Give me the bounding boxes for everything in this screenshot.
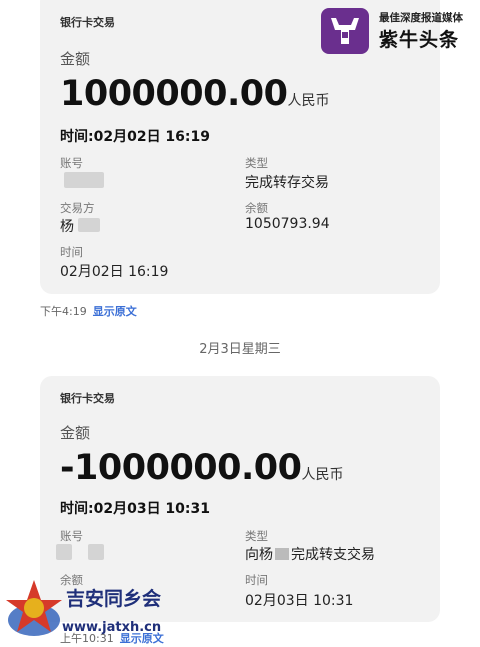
account-redacted: [64, 172, 104, 188]
message-meta-1: 下午4:19 显示原文: [40, 303, 137, 319]
amount-unit: 人民币: [301, 467, 344, 483]
amount-number: 1000000.00: [60, 74, 288, 114]
transaction-time: 时间:02月02日 16:19: [60, 129, 211, 145]
show-original-link[interactable]: 显示原文: [93, 305, 137, 318]
account-label: 账号: [60, 529, 83, 543]
amount-label: 金额: [60, 424, 91, 442]
red-star-logo-icon: [6, 580, 62, 636]
counterparty-value: 杨: [60, 219, 74, 235]
type-value: 完成转存交易: [245, 175, 329, 191]
watermark-jatxh: 吉安同乡会 www.jatxh.cn: [0, 576, 180, 647]
name-redacted: [275, 548, 289, 560]
account-label: 账号: [60, 156, 83, 170]
type-value-suffix: 完成转支交易: [291, 547, 375, 563]
watermark-name: 紫牛头条: [379, 29, 460, 51]
date-separator: 2月3日星期三: [199, 342, 281, 357]
amount-unit: 人民币: [287, 93, 330, 109]
time-label: 时间: [245, 573, 268, 587]
type-value-prefix: 向杨: [245, 547, 273, 563]
counterparty-label: 交易方: [60, 201, 95, 215]
amount-number: -1000000.00: [60, 448, 302, 488]
type-value: 向杨 完成转支交易: [245, 544, 375, 564]
time-label: 时间: [60, 245, 83, 259]
type-label: 类型: [245, 529, 268, 543]
card-title: 银行卡交易: [60, 392, 115, 405]
watermark-tagline: 最佳深度报道媒体: [379, 12, 463, 24]
bull-logo-icon: [321, 8, 369, 54]
balance-value: 1050793.94: [245, 216, 330, 232]
amount-value: 1000000.00人民币: [60, 74, 329, 114]
amount-label: 金额: [60, 50, 91, 68]
account-redacted: [88, 544, 104, 560]
balance-label: 余额: [245, 201, 268, 215]
watermark-brand: 吉安同乡会: [66, 588, 162, 610]
time-value: 02月03日 10:31: [245, 593, 354, 609]
message-time: 下午4:19: [40, 305, 87, 318]
type-label: 类型: [245, 156, 268, 170]
watermark-url: www.jatxh.cn: [62, 620, 162, 635]
transaction-time: 时间:02月03日 10:31: [60, 501, 211, 517]
amount-value: -1000000.00人民币: [60, 448, 344, 488]
time-value: 02月02日 16:19: [60, 264, 169, 280]
watermark-zinews: 最佳深度报道媒体 紫牛头条: [321, 8, 471, 56]
counterparty-redacted: [78, 218, 100, 232]
account-redacted: [56, 544, 72, 560]
card-title: 银行卡交易: [60, 16, 115, 29]
